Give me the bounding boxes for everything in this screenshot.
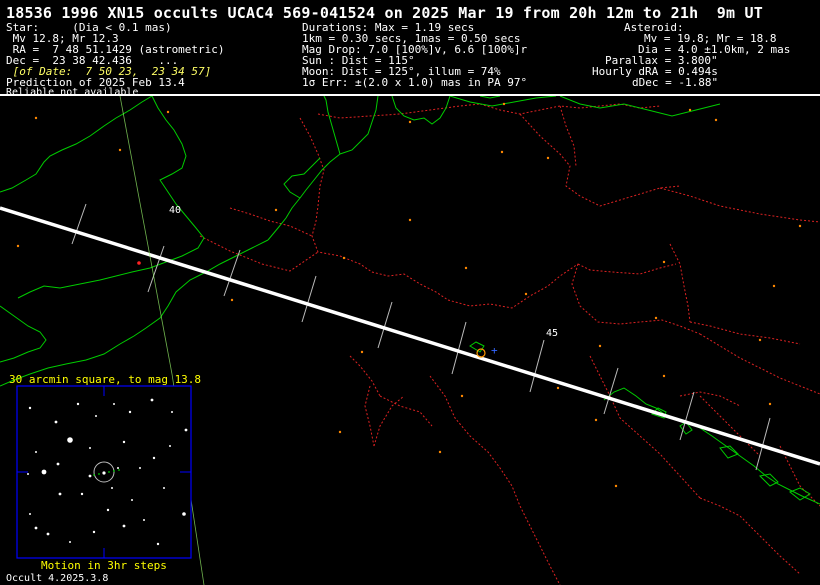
ddec: dDec = -1.88" bbox=[632, 76, 719, 89]
path-guide-line bbox=[119, 96, 173, 375]
version-label: Occult 4.2025.3.8 bbox=[6, 573, 109, 584]
page-title: 18536 1996 XN15 occults UCAC4 569-041524… bbox=[6, 4, 763, 22]
error-ellipse: 1σ Err: ±(2.0 x 1.0) mas in PA 97° bbox=[302, 76, 528, 89]
observer-marker bbox=[137, 261, 141, 265]
time-label-45: 45 bbox=[546, 328, 558, 339]
occultation-map[interactable]: + 40 45 bbox=[0, 96, 820, 585]
finder-chart bbox=[16, 385, 192, 559]
finder-target-star bbox=[102, 471, 106, 475]
finder-caption: Motion in 3hr steps bbox=[41, 559, 167, 572]
finder-title: 30 arcmin square, to mag 13.8 bbox=[9, 373, 202, 386]
site-cross-icon: + bbox=[491, 344, 498, 357]
time-label-40: 40 bbox=[169, 205, 181, 216]
